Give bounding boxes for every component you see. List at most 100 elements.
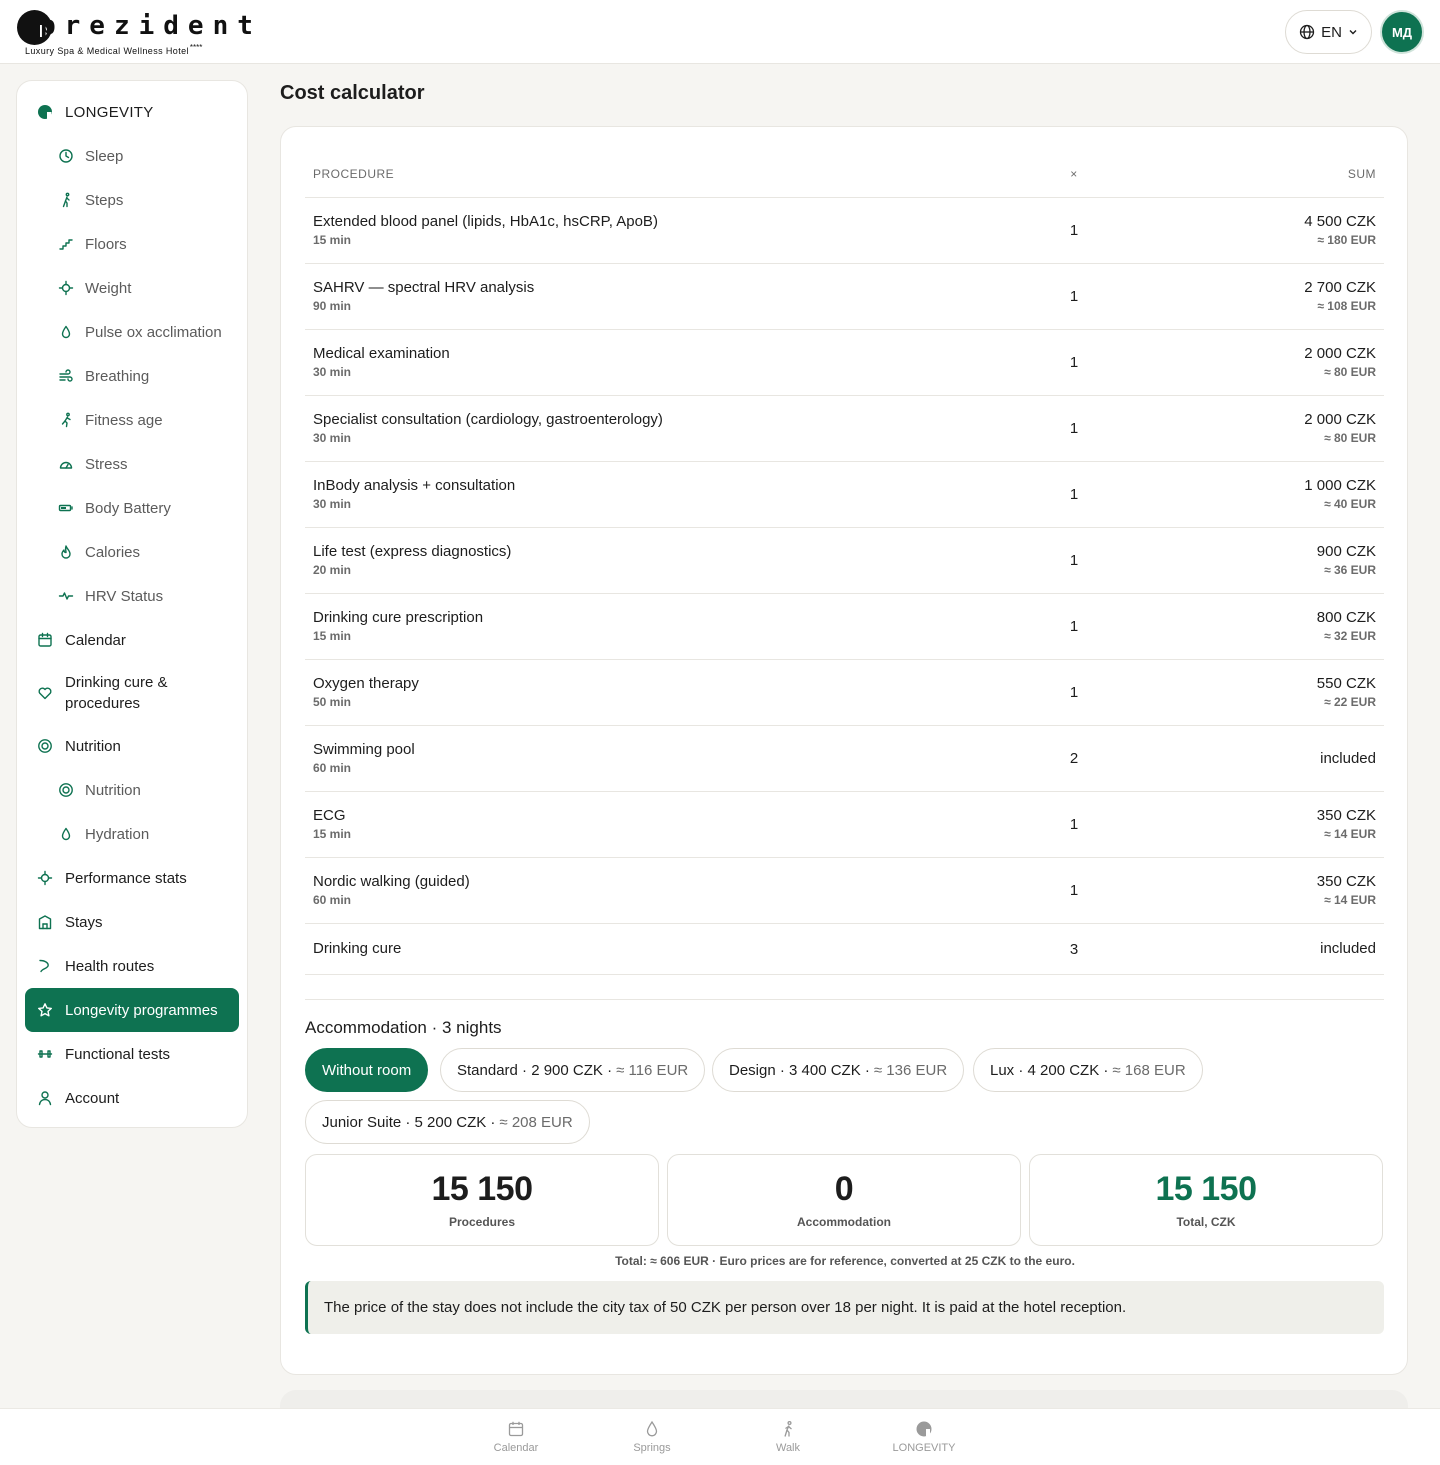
sidebar-item-longevity-programmes[interactable]: Longevity programmes xyxy=(25,988,239,1032)
procedure-cell: Extended blood panel (lipids, HbA1c, hsC… xyxy=(305,213,1054,249)
procedure-cell: Specialist consultation (cardiology, gas… xyxy=(305,411,1054,447)
clock-icon xyxy=(58,148,74,164)
sidebar-item-hydration[interactable]: Hydration xyxy=(25,812,239,856)
sum-eur: ≈ 80 EUR xyxy=(1324,364,1376,379)
bottom-nav-walk[interactable]: Walk xyxy=(743,1420,833,1454)
sum-cell: 2 000 CZK ≈ 80 EUR xyxy=(1184,411,1384,447)
language-selector[interactable]: EN xyxy=(1285,10,1372,54)
sidebar-item-stays[interactable]: Stays xyxy=(25,900,239,944)
sum-czk: 4 500 CZK xyxy=(1304,212,1376,230)
table-row: InBody analysis + consultation 30 min 1 1 0… xyxy=(305,462,1384,528)
sidebar-item-label: LONGEVITY xyxy=(65,103,154,121)
walk-icon xyxy=(784,1420,792,1437)
sidebar-item-drinking-cure-and-procedures[interactable]: Drinking cure & procedures xyxy=(25,662,239,724)
procedure-name: Medical examination xyxy=(313,344,450,362)
bottom-nav-calendar[interactable]: Calendar xyxy=(471,1420,561,1454)
sidebar-item-body-battery[interactable]: Body Battery xyxy=(25,486,239,530)
longevity-icon xyxy=(37,104,53,120)
hotel-logo[interactable]: prezident Luxury Spa & Medical Wellness … xyxy=(17,9,253,57)
procedure-cell: Drinking cure prescription 15 min xyxy=(305,609,1054,645)
sum-czk: included xyxy=(1320,749,1376,767)
sidebar-item-performance-stats[interactable]: Performance stats xyxy=(25,856,239,900)
sidebar-item-floors[interactable]: Floors xyxy=(25,222,239,266)
city-tax-info: The price of the stay does not include t… xyxy=(305,1281,1384,1334)
table-row: Swimming pool 60 min 2 included xyxy=(305,726,1384,792)
sidebar-item-nutrition[interactable]: Nutrition xyxy=(25,724,239,768)
sum-cell: included xyxy=(1184,940,1384,958)
sidebar-item-steps[interactable]: Steps xyxy=(25,178,239,222)
sum-eur: ≈ 14 EUR xyxy=(1324,892,1376,907)
sum-cell: 800 CZK ≈ 32 EUR xyxy=(1184,609,1384,645)
procedure-duration: 30 min xyxy=(313,430,352,445)
pulse-icon xyxy=(58,588,74,604)
stat-label: Total, CZK xyxy=(1176,1215,1236,1229)
room-option-junior-suite[interactable]: Junior Suite · 5 200 CZK · ≈ 208 EUR xyxy=(305,1100,590,1144)
quantity-cell: 1 xyxy=(1069,222,1079,239)
sum-eur: ≈ 14 EUR xyxy=(1324,826,1376,841)
sidebar-item-hrv-status[interactable]: HRV Status xyxy=(25,574,239,618)
sum-eur: ≈ 36 EUR xyxy=(1324,562,1376,577)
star-icon xyxy=(37,1002,53,1018)
sum-czk: 800 CZK xyxy=(1316,608,1376,626)
sidebar-item-label: Breathing xyxy=(85,367,150,385)
sidebar-item-sleep[interactable]: Sleep xyxy=(25,134,239,178)
sidebar-item-breathing[interactable]: Breathing xyxy=(25,354,239,398)
sidebar-item-functional-tests[interactable]: Functional tests xyxy=(25,1032,239,1076)
target-icon xyxy=(37,738,53,754)
bottom-nav-springs[interactable]: Springs xyxy=(607,1420,697,1454)
sum-czk: included xyxy=(1320,940,1376,957)
crosshair-icon xyxy=(37,870,53,886)
sidebar-item-stress[interactable]: Stress xyxy=(25,442,239,486)
quantity-cell: 1 xyxy=(1069,618,1079,635)
sidebar-item-calendar[interactable]: Calendar xyxy=(25,618,239,662)
quantity-cell: 1 xyxy=(1069,486,1079,503)
drop-icon xyxy=(58,826,74,842)
procedure-duration: 50 min xyxy=(313,694,352,709)
sidebar-item-fitness-age[interactable]: Fitness age xyxy=(25,398,239,442)
room-option-standard[interactable]: Standard · 2 900 CZK · ≈ 116 EUR xyxy=(440,1048,706,1092)
dumbbell-icon xyxy=(37,1046,53,1062)
logo-subtitle: Luxury Spa & Medical Wellness Hotel**** xyxy=(25,43,202,56)
procedure-duration: 30 min xyxy=(313,496,352,511)
gauge-icon xyxy=(58,456,74,472)
table-row: ECG 15 min 1 350 CZK ≈ 14 EUR xyxy=(305,792,1384,858)
sidebar-item-pulse-ox-acclimation[interactable]: Pulse ox acclimation xyxy=(25,310,239,354)
procedure-duration: 20 min xyxy=(313,562,352,577)
quantity-cell: 1 xyxy=(1069,882,1079,899)
room-option-without-room[interactable]: Without room xyxy=(305,1048,429,1092)
sum-eur: ≈ 108 EUR xyxy=(1317,298,1376,313)
avatar[interactable]: МД xyxy=(1380,10,1424,54)
sidebar-item-weight[interactable]: Weight xyxy=(25,266,239,310)
room-option-lux[interactable]: Lux · 4 200 CZK · ≈ 168 EUR xyxy=(973,1048,1203,1092)
stat-value: 0 xyxy=(834,1170,854,1208)
procedure-cell: InBody analysis + consultation 30 min xyxy=(305,477,1054,513)
sidebar-item-nutrition-sub[interactable]: Nutrition xyxy=(25,768,239,812)
bottom-nav-longevity[interactable]: LONGEVITY xyxy=(879,1420,969,1454)
column-header-qty: × xyxy=(1070,167,1078,181)
sum-czk: 1 000 CZK xyxy=(1304,476,1376,494)
sidebar-item-health-routes[interactable]: Health routes xyxy=(25,944,239,988)
quantity-cell: 1 xyxy=(1069,288,1079,305)
sidebar-item-label: Fitness age xyxy=(85,411,163,429)
sum-cell: included xyxy=(1184,750,1384,768)
stairs-icon xyxy=(58,236,74,252)
chevron-down-icon xyxy=(1349,30,1357,35)
sidebar-item-label: HRV Status xyxy=(85,587,164,605)
sidebar-item-calories[interactable]: Calories xyxy=(25,530,239,574)
sidebar-item-label: Calories xyxy=(85,543,141,561)
procedure-cell: SAHRV — spectral HRV analysis 90 min xyxy=(305,279,1054,315)
procedure-name: Oxygen therapy xyxy=(313,674,419,692)
column-header-sum: SUM xyxy=(1347,167,1376,181)
walk-icon xyxy=(58,192,74,208)
wind-icon xyxy=(58,368,74,384)
sidebar-item-account[interactable]: Account xyxy=(25,1076,239,1120)
accommodation-title: Accommodation · 3 nights xyxy=(305,1018,502,1037)
table-row: Drinking cure 3 included xyxy=(305,924,1384,975)
procedure-cell: Medical examination 30 min xyxy=(305,345,1054,381)
room-option-design[interactable]: Design · 3 400 CZK · ≈ 136 EUR xyxy=(712,1048,965,1092)
room-option-label: Standard · 2 900 CZK · xyxy=(457,1061,613,1079)
procedure-name: Nordic walking (guided) xyxy=(313,872,470,890)
sum-cell: 350 CZK ≈ 14 EUR xyxy=(1184,807,1384,843)
table-row: Oxygen therapy 50 min 1 550 CZK ≈ 22 EUR xyxy=(305,660,1384,726)
sidebar-item-longevity[interactable]: LONGEVITY xyxy=(25,90,239,134)
